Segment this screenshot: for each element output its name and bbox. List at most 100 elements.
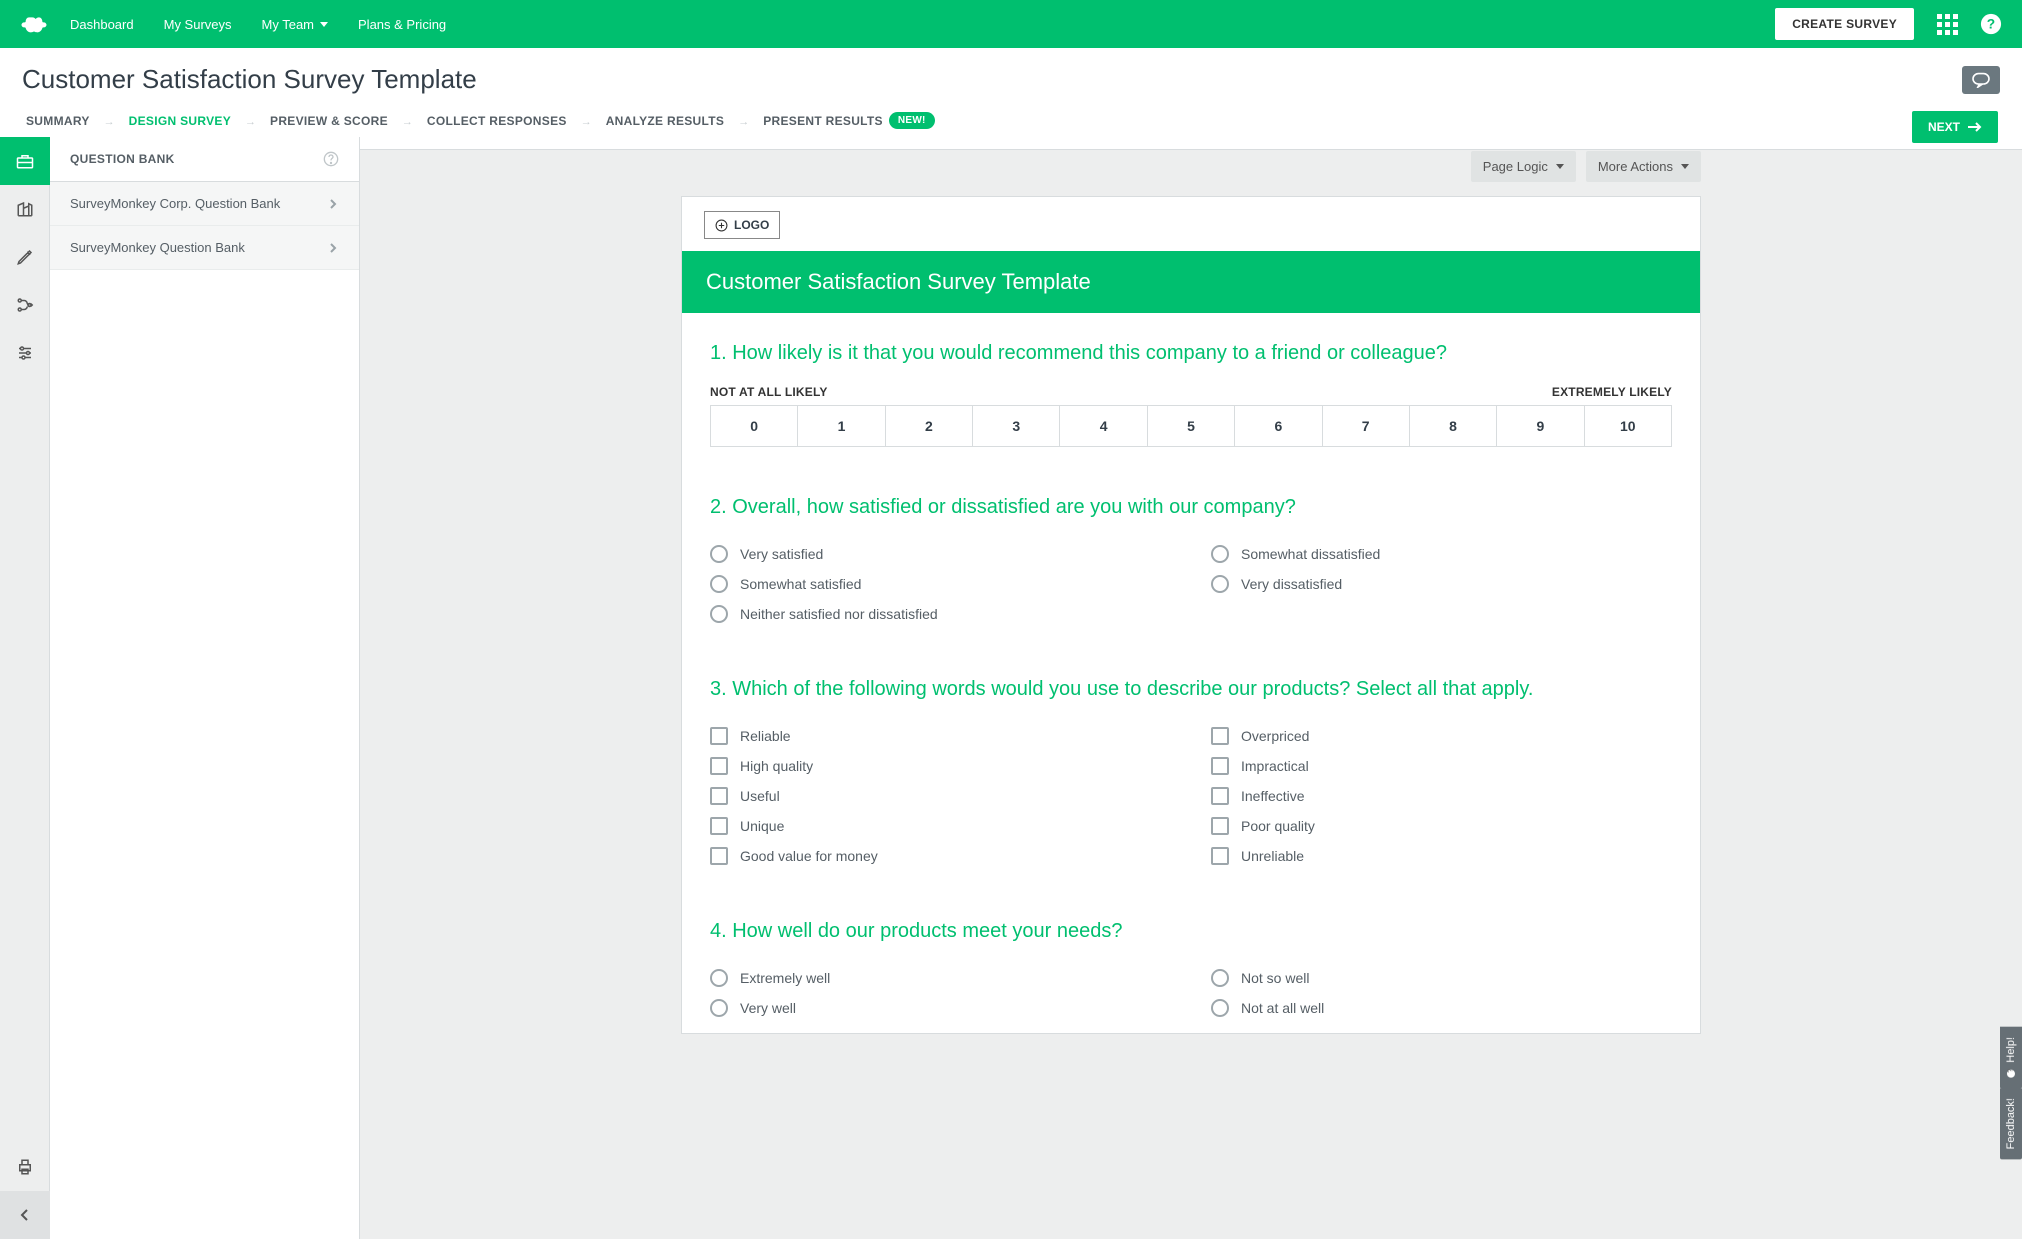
option-label: Not so well bbox=[1241, 970, 1309, 986]
radio-option[interactable]: Very satisfied bbox=[710, 539, 1171, 569]
option-label: Very well bbox=[740, 1000, 796, 1016]
step-arrow-icon: → bbox=[104, 116, 115, 138]
rail-themes[interactable] bbox=[0, 233, 50, 281]
radio-icon bbox=[1211, 575, 1229, 593]
sidebar-item-sm-qb[interactable]: SurveyMonkey Question Bank bbox=[50, 226, 359, 270]
nps-cell-5[interactable]: 5 bbox=[1148, 406, 1235, 446]
rail-collapse-button[interactable] bbox=[0, 1191, 50, 1239]
option-label: Neither satisfied nor dissatisfied bbox=[740, 606, 938, 622]
next-button-label: NEXT bbox=[1928, 120, 1960, 134]
question-3[interactable]: 3. Which of the following words would yo… bbox=[710, 675, 1672, 871]
nav-links: Dashboard My Surveys My Team Plans & Pri… bbox=[70, 17, 446, 32]
nps-cell-9[interactable]: 9 bbox=[1497, 406, 1584, 446]
question-2[interactable]: 2. Overall, how satisfied or dissatisfie… bbox=[710, 493, 1672, 629]
page-logic-label: Page Logic bbox=[1483, 159, 1548, 174]
radio-option[interactable]: Very well bbox=[710, 993, 1171, 1023]
nav-plans[interactable]: Plans & Pricing bbox=[358, 17, 446, 32]
create-survey-button[interactable]: CREATE SURVEY bbox=[1775, 8, 1914, 40]
radio-icon bbox=[710, 545, 728, 563]
checkbox-icon bbox=[1211, 787, 1229, 805]
radio-icon bbox=[1211, 969, 1229, 987]
checkbox-option[interactable]: Reliable bbox=[710, 721, 1171, 751]
radio-option[interactable]: Extremely well bbox=[710, 963, 1171, 993]
nav-my-surveys[interactable]: My Surveys bbox=[164, 17, 232, 32]
monkey-logo-icon bbox=[20, 14, 48, 34]
title-bar: Customer Satisfaction Survey Template bbox=[0, 48, 2022, 105]
radio-option[interactable]: Somewhat satisfied bbox=[710, 569, 1171, 599]
apps-menu-button[interactable] bbox=[1936, 13, 1958, 35]
nav-my-team[interactable]: My Team bbox=[262, 17, 329, 32]
checkbox-option[interactable]: Ineffective bbox=[1211, 781, 1672, 811]
feedback-float-label: Feedback! bbox=[2005, 1098, 2017, 1149]
radio-option[interactable]: Not so well bbox=[1211, 963, 1672, 993]
help-button[interactable]: ? bbox=[1980, 13, 2002, 35]
radio-option[interactable]: Very dissatisfied bbox=[1211, 569, 1672, 599]
canvas[interactable]: Page Logic More Actions LOGO Customer Sa… bbox=[360, 137, 2022, 1239]
question-4[interactable]: 4. How well do our products meet your ne… bbox=[710, 917, 1672, 1023]
survey-title-bar[interactable]: Customer Satisfaction Survey Template bbox=[682, 251, 1700, 313]
checkbox-option[interactable]: Good value for money bbox=[710, 841, 1171, 871]
radio-icon bbox=[1211, 545, 1229, 563]
checkbox-option[interactable]: Poor quality bbox=[1211, 811, 1672, 841]
checkbox-option[interactable]: Overpriced bbox=[1211, 721, 1672, 751]
nps-cell-4[interactable]: 4 bbox=[1060, 406, 1147, 446]
sidebar-item-corp-qb[interactable]: SurveyMonkey Corp. Question Bank bbox=[50, 182, 359, 226]
radio-option[interactable]: Somewhat dissatisfied bbox=[1211, 539, 1672, 569]
question-title: 2. Overall, how satisfied or dissatisfie… bbox=[710, 493, 1672, 521]
radio-option[interactable]: Neither satisfied nor dissatisfied bbox=[710, 599, 1171, 629]
survey-card: LOGO Customer Satisfaction Survey Templa… bbox=[681, 196, 1701, 1034]
nps-cell-2[interactable]: 2 bbox=[886, 406, 973, 446]
help-float-tab[interactable]: ? Help! bbox=[2000, 1027, 2022, 1089]
chevron-left-icon bbox=[20, 1208, 30, 1222]
arrow-right-icon bbox=[1968, 122, 1982, 132]
nps-cell-10[interactable]: 10 bbox=[1585, 406, 1671, 446]
nps-cell-1[interactable]: 1 bbox=[798, 406, 885, 446]
rail-builder[interactable] bbox=[0, 185, 50, 233]
nps-cell-3[interactable]: 3 bbox=[973, 406, 1060, 446]
checkbox-option[interactable]: Impractical bbox=[1211, 751, 1672, 781]
checkbox-option[interactable]: Unreliable bbox=[1211, 841, 1672, 871]
option-label: Overpriced bbox=[1241, 728, 1309, 744]
briefcase-icon bbox=[16, 153, 34, 169]
rail-options[interactable] bbox=[0, 329, 50, 377]
radio-option[interactable]: Not at all well bbox=[1211, 993, 1672, 1023]
caret-down-icon bbox=[320, 22, 328, 27]
sliders-icon bbox=[16, 344, 34, 362]
nps-cell-0[interactable]: 0 bbox=[711, 406, 798, 446]
comments-button[interactable] bbox=[1962, 66, 2000, 94]
step-arrow-icon: → bbox=[402, 116, 413, 138]
checkbox-icon bbox=[1211, 727, 1229, 745]
nps-scale: 0 1 2 3 4 5 6 7 8 9 10 bbox=[710, 405, 1672, 447]
checkbox-icon bbox=[710, 817, 728, 835]
feedback-float-tab[interactable]: Feedback! bbox=[2000, 1088, 2022, 1159]
add-logo-button[interactable]: LOGO bbox=[704, 211, 780, 239]
top-nav: Dashboard My Surveys My Team Plans & Pri… bbox=[0, 0, 2022, 48]
survey-body: 1. How likely is it that you would recom… bbox=[682, 313, 1700, 1033]
nps-cell-8[interactable]: 8 bbox=[1410, 406, 1497, 446]
radio-icon bbox=[1211, 999, 1229, 1017]
nav-dashboard[interactable]: Dashboard bbox=[70, 17, 134, 32]
checkbox-option[interactable]: Unique bbox=[710, 811, 1171, 841]
help-circle-icon: ? bbox=[1980, 13, 2002, 35]
sidebar-help-button[interactable] bbox=[323, 151, 339, 167]
step-arrow-icon: → bbox=[245, 116, 256, 138]
option-label: Unique bbox=[740, 818, 784, 834]
brand-logo[interactable] bbox=[20, 14, 48, 34]
more-actions-button[interactable]: More Actions bbox=[1586, 151, 1701, 182]
sidebar-header: QUESTION BANK bbox=[50, 137, 359, 182]
nps-cell-6[interactable]: 6 bbox=[1235, 406, 1322, 446]
rail-question-bank[interactable] bbox=[0, 137, 50, 185]
checkbox-option[interactable]: Useful bbox=[710, 781, 1171, 811]
question-1[interactable]: 1. How likely is it that you would recom… bbox=[710, 339, 1672, 447]
page-logic-button[interactable]: Page Logic bbox=[1471, 151, 1576, 182]
nps-cell-7[interactable]: 7 bbox=[1323, 406, 1410, 446]
tab-present-label: PRESENT RESULTS bbox=[763, 114, 883, 128]
page-title: Customer Satisfaction Survey Template bbox=[22, 64, 477, 95]
nps-labels: NOT AT ALL LIKELY EXTREMELY LIKELY bbox=[710, 385, 1672, 399]
rail-print[interactable] bbox=[0, 1143, 50, 1191]
option-label: Somewhat dissatisfied bbox=[1241, 546, 1380, 562]
caret-down-icon bbox=[1556, 164, 1564, 169]
checkbox-option[interactable]: High quality bbox=[710, 751, 1171, 781]
rail-logic[interactable] bbox=[0, 281, 50, 329]
question-title: 3. Which of the following words would yo… bbox=[710, 675, 1672, 703]
